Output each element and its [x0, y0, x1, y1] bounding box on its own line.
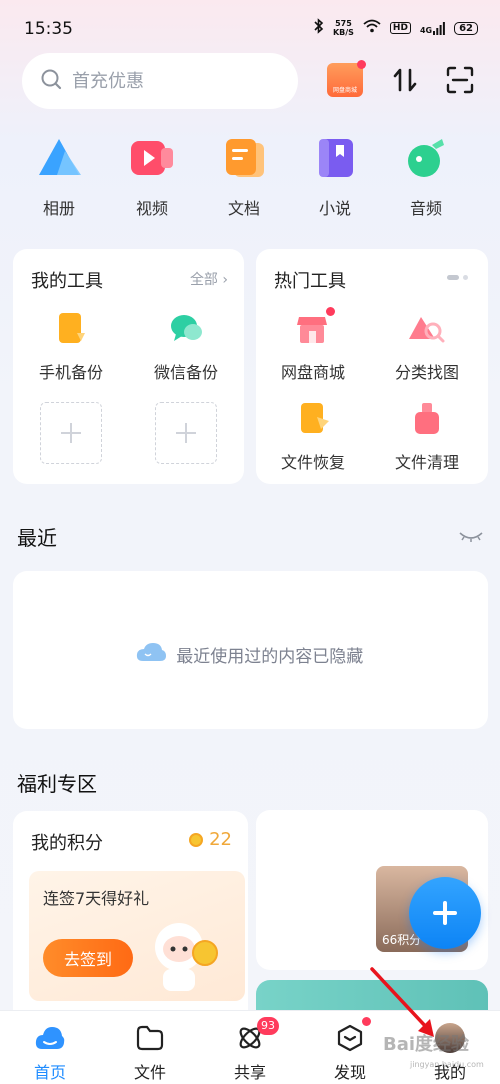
file-recovery-icon	[293, 401, 333, 437]
watermark-url: jingyan.baidu.com	[410, 1060, 484, 1069]
hidden-eye-icon[interactable]	[458, 529, 484, 549]
document-icon	[220, 135, 268, 181]
wechat-backup-icon	[166, 311, 206, 347]
tab-files[interactable]: 文件	[100, 1011, 200, 1084]
tab-share[interactable]: 93 共享	[200, 1011, 300, 1084]
cloud-icon	[135, 641, 167, 668]
tool-wechat-backup[interactable]: 微信备份	[131, 311, 241, 383]
status-icons: 575 KB/S HD 4G 62	[314, 18, 478, 38]
signin-text: 连签7天得好礼	[43, 889, 150, 908]
add-fab-button[interactable]	[409, 877, 481, 949]
hd-indicator: HD	[389, 22, 411, 34]
tool-label: 文件清理	[394, 453, 459, 472]
my-tools-card: 我的工具 全部 › 手机备份 微信备份	[13, 249, 244, 484]
points-value: 22	[189, 829, 232, 850]
network-speed-unit: KB/S	[332, 28, 354, 37]
status-time: 15:35	[24, 19, 73, 39]
tool-file-recovery[interactable]: 文件恢复	[258, 401, 368, 473]
astronaut-mascot-icon	[149, 913, 219, 993]
quick-entry-row: 相册 视频 文档 小说 音频	[0, 135, 500, 225]
points-card[interactable]: 我的积分 22 连签7天得好礼 去签到	[13, 811, 248, 1031]
tool-label: 网盘商城	[280, 363, 345, 382]
album-icon	[35, 135, 83, 181]
quick-entry-label: 音频	[409, 199, 442, 218]
search-icon	[40, 68, 62, 94]
coin-icon	[189, 832, 204, 847]
battery-indicator: 62	[454, 21, 478, 35]
my-tools-more-label: 全部	[189, 272, 218, 288]
watermark: Bai度经验	[383, 1034, 470, 1055]
tool-store[interactable]: 网盘商城	[258, 307, 368, 383]
hot-tools-card: 热门工具 网盘商城 分类找图 文件恢复 文件清理	[256, 249, 488, 484]
add-tool-slot[interactable]	[155, 402, 217, 464]
tab-label: 发现	[333, 1063, 366, 1082]
recent-empty-text: 最近使用过的内容已隐藏	[176, 647, 364, 667]
signin-banner: 连签7天得好礼 去签到	[29, 871, 245, 1001]
notification-dot	[326, 307, 335, 316]
page-indicator	[447, 275, 468, 280]
audio-icon	[402, 135, 450, 181]
file-clean-icon	[407, 401, 447, 437]
tool-label: 手机备份	[38, 363, 103, 382]
store-promo-label: 网盘商城	[332, 87, 357, 94]
novel-icon	[311, 135, 359, 181]
quick-entry-label: 小说	[318, 199, 351, 218]
share-icon: 93	[235, 1017, 279, 1053]
quick-entry-label: 相册	[42, 199, 75, 218]
tool-find-image[interactable]: 分类找图	[372, 311, 482, 383]
folder-icon	[135, 1023, 165, 1053]
tool-label: 文件恢复	[280, 453, 345, 472]
network-speed: 575 KB/S	[333, 19, 354, 37]
hot-tools-title: 热门工具	[274, 271, 346, 292]
header-row: 网盘商城	[22, 53, 478, 109]
tool-file-clean[interactable]: 文件清理	[372, 401, 482, 473]
search-input[interactable]	[72, 70, 252, 92]
network-speed-value: 575	[335, 19, 352, 28]
discover-icon	[335, 1017, 371, 1053]
tab-label: 首页	[33, 1063, 66, 1082]
search-box[interactable]	[22, 53, 298, 109]
signal-label: 4G	[419, 25, 433, 35]
wifi-icon	[363, 19, 381, 37]
transfer-icon[interactable]	[392, 67, 418, 97]
store-icon	[293, 307, 335, 347]
quick-entry-album[interactable]: 相册	[19, 135, 99, 219]
quick-entry-document[interactable]: 文档	[204, 135, 284, 219]
quick-entry-audio[interactable]: 音频	[386, 135, 466, 219]
notification-dot	[357, 60, 366, 69]
tool-label: 分类找图	[394, 363, 459, 382]
recent-empty-state: 最近使用过的内容已隐藏	[13, 641, 485, 668]
tab-label: 文件	[133, 1063, 166, 1082]
recent-title: 最近	[17, 526, 57, 550]
scan-icon[interactable]	[446, 66, 474, 98]
phone-backup-icon	[51, 311, 91, 347]
find-image-icon	[407, 311, 447, 347]
tool-label: 微信备份	[153, 363, 218, 382]
bluetooth-icon	[314, 18, 324, 38]
tab-label: 共享	[233, 1063, 266, 1082]
quick-entry-novel[interactable]: 小说	[295, 135, 375, 219]
signal-indicator: 4G	[419, 21, 445, 35]
home-icon	[35, 1023, 65, 1053]
share-badge: 93	[257, 1017, 279, 1035]
signal-icon	[433, 21, 445, 35]
points-number: 22	[209, 829, 232, 850]
store-promo-icon[interactable]: 网盘商城	[327, 60, 366, 97]
tab-home[interactable]: 首页	[0, 1011, 100, 1084]
tool-phone-backup[interactable]: 手机备份	[16, 311, 126, 383]
my-tools-more-link[interactable]: 全部 ›	[190, 269, 228, 289]
quick-entry-video[interactable]: 视频	[112, 135, 192, 219]
my-tools-title: 我的工具	[31, 271, 103, 292]
quick-entry-label: 文档	[227, 199, 260, 218]
points-title: 我的积分	[31, 833, 103, 854]
chevron-right-icon: ›	[222, 272, 228, 288]
video-icon	[128, 135, 176, 181]
welfare-title: 福利专区	[17, 772, 97, 796]
add-tool-slot[interactable]	[40, 402, 102, 464]
signin-button[interactable]: 去签到	[43, 939, 133, 977]
status-bar: 15:35 575 KB/S HD 4G 62	[0, 0, 500, 56]
recent-card: 最近使用过的内容已隐藏	[13, 571, 488, 729]
quick-entry-label: 视频	[135, 199, 168, 218]
